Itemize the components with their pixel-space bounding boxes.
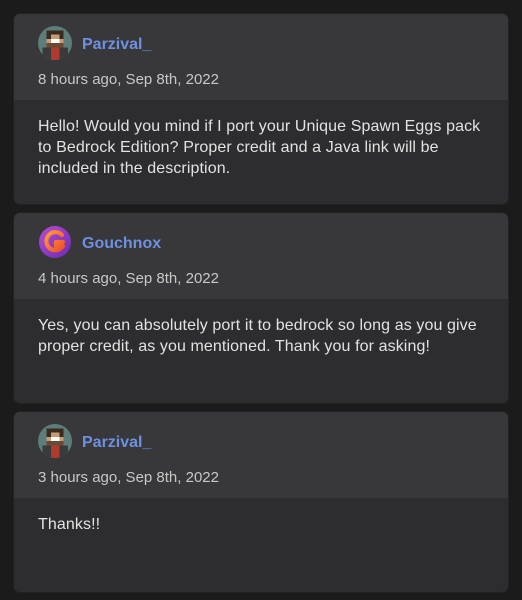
comment-text: Yes, you can absolutely port it to bedro…: [14, 299, 508, 357]
comment-text: Hello! Would you mind if I port your Uni…: [14, 100, 508, 179]
username[interactable]: Parzival_: [82, 36, 151, 54]
username[interactable]: Gouchnox: [82, 235, 161, 253]
comment-header: Parzival_ 3 hours ago, Sep 8th, 2022: [14, 412, 508, 498]
comment-header: Gouchnox 4 hours ago, Sep 8th, 2022: [14, 213, 508, 299]
comment-card: Gouchnox 4 hours ago, Sep 8th, 2022 Yes,…: [14, 213, 508, 403]
pixel-skin-avatar-icon[interactable]: [38, 26, 72, 60]
timestamp: 8 hours ago, Sep 8th, 2022: [38, 71, 219, 88]
comment-card: Parzival_ 8 hours ago, Sep 8th, 2022 Hel…: [14, 14, 508, 204]
comment-thread: Parzival_ 8 hours ago, Sep 8th, 2022 Hel…: [0, 0, 522, 600]
timestamp: 3 hours ago, Sep 8th, 2022: [38, 469, 219, 486]
comment-header: Parzival_ 8 hours ago, Sep 8th, 2022: [14, 14, 508, 100]
username[interactable]: Parzival_: [82, 434, 151, 452]
pixel-skin-avatar-icon[interactable]: [38, 424, 72, 458]
comment-card: Parzival_ 3 hours ago, Sep 8th, 2022 Tha…: [14, 412, 508, 592]
comment-text: Thanks!!: [14, 498, 508, 535]
timestamp: 4 hours ago, Sep 8th, 2022: [38, 270, 219, 287]
g-logo-avatar-icon[interactable]: [38, 225, 72, 259]
